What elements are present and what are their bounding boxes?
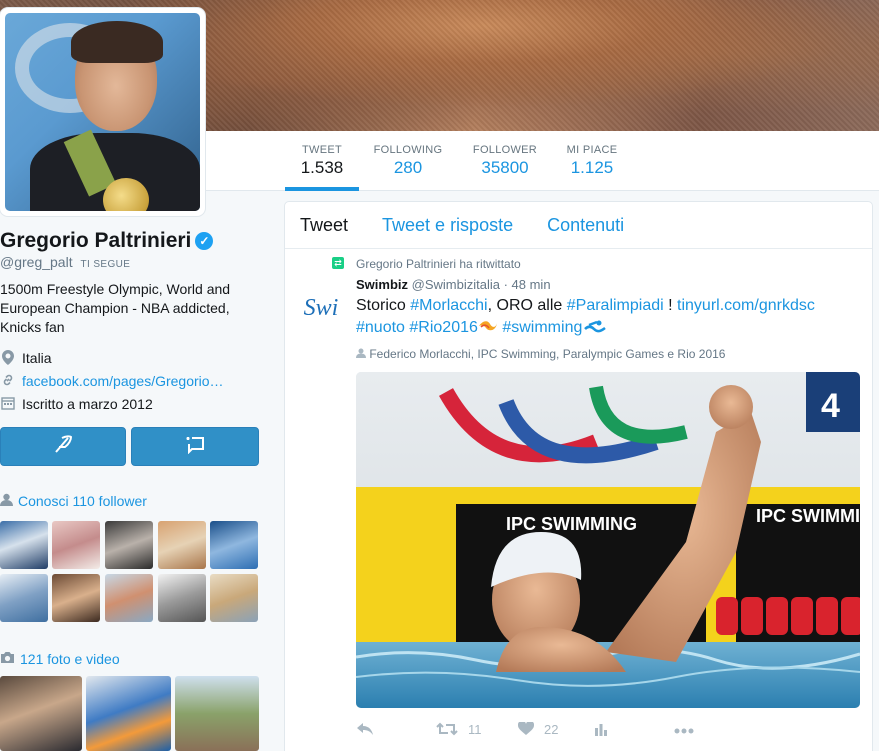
tweet-time[interactable]: · 48 min — [504, 277, 551, 292]
paralympic-swimmer-photo: IPC SWIMMING IPC SWIMMING 4 — [356, 372, 860, 708]
tweet-text-segment: Storico — [356, 297, 411, 314]
photos-videos-title[interactable]: 121 foto e video — [0, 651, 120, 667]
nav-following-label: FOLLOWING — [373, 144, 443, 156]
tweet-actions: 11 22 — [356, 720, 756, 742]
location-pin-icon — [0, 350, 16, 366]
nav-tweets-count: 1.538 — [300, 158, 344, 177]
follower-thumb[interactable] — [158, 521, 206, 569]
profile-avatar[interactable] — [0, 8, 205, 216]
person-icon — [0, 493, 13, 509]
hashtag-link[interactable]: #nuoto — [356, 319, 405, 336]
compose-feather-icon — [52, 434, 74, 459]
nav-followers[interactable]: FOLLOWER 35800 — [472, 131, 538, 191]
tweet-author-name[interactable]: Swimbiz — [356, 277, 408, 292]
more-options-icon[interactable] — [674, 722, 694, 737]
profile-website-row: facebook.com/pages/Gregorio… — [0, 373, 224, 389]
profile-location: Italia — [22, 350, 52, 366]
follower-thumb[interactable] — [158, 574, 206, 622]
follower-thumb[interactable] — [0, 521, 48, 569]
tweet-header: Swimbiz @Swimbizitalia · 48 min — [356, 277, 551, 292]
tweet-author-handle[interactable]: @Swimbizitalia — [412, 277, 500, 292]
follower-thumb[interactable] — [0, 574, 48, 622]
media-thumb[interactable] — [175, 676, 259, 751]
tagged-people-text: Federico Morlacchi, IPC Swimming, Paraly… — [369, 347, 726, 361]
photo-banner-text: IPC SWIMMING — [506, 514, 637, 534]
profile-handle-row: @greg_palt TI SEGUE — [0, 254, 130, 270]
hashtag-link[interactable]: #Paralimpiadi — [567, 297, 664, 314]
nav-following-count: 280 — [393, 158, 423, 177]
profile-name-text: Gregorio Paltrinieri — [0, 229, 192, 252]
nav-following[interactable]: FOLLOWING 280 — [372, 131, 444, 191]
tab-content[interactable]: Contenuti — [547, 215, 624, 236]
retweet-button[interactable] — [436, 722, 458, 737]
profile-joined-row: Iscritto a marzo 2012 — [0, 396, 153, 412]
link-icon — [0, 373, 16, 389]
tweet-photo[interactable]: IPC SWIMMING IPC SWIMMING 4 — [356, 372, 860, 708]
like-button[interactable] — [517, 720, 535, 739]
photo-banner-text: IPC SWIMMING — [756, 506, 860, 526]
nav-followers-label: FOLLOWER — [472, 144, 538, 156]
profile-name[interactable]: Gregorio Paltrinieri ✓ — [0, 229, 214, 253]
avatar-hair — [71, 21, 163, 63]
follower-thumb[interactable] — [105, 521, 153, 569]
nav-likes-label: MI PIACE — [566, 144, 618, 156]
retweet-count: 11 — [468, 722, 482, 737]
reply-icon[interactable] — [356, 722, 374, 739]
lane-number: 4 — [821, 387, 840, 425]
verified-icon: ✓ — [195, 232, 214, 250]
message-icon — [183, 434, 207, 459]
timeline-tabs: Tweet Tweet e risposte Contenuti — [285, 202, 872, 249]
tweet-to-button[interactable] — [0, 427, 126, 466]
tweet-text-segment: , ORO alle — [487, 297, 567, 314]
nav-likes-count: 1.125 — [570, 158, 614, 177]
tweet-author-avatar[interactable]: Swi — [297, 284, 345, 332]
tab-tweet-and-replies[interactable]: Tweet e risposte — [382, 215, 513, 236]
profile-location-row: Italia — [0, 350, 52, 366]
hashtag-link[interactable]: #swimming — [502, 319, 582, 336]
calendar-icon — [0, 396, 16, 412]
hashtag-link[interactable]: #Morlacchi — [410, 297, 487, 314]
follows-you-badge: TI SEGUE — [80, 259, 131, 270]
retweet-context-icon: ⇄ — [332, 257, 344, 269]
profile-bio: 1500m Freestyle Olympic, World and Europ… — [0, 281, 231, 335]
media-thumb[interactable] — [0, 676, 82, 751]
hashtag-link[interactable]: #Rio2016 — [409, 319, 478, 336]
camera-icon — [0, 651, 15, 667]
tweet-text-segment: ! — [663, 297, 678, 314]
profile-handle[interactable]: @greg_palt — [0, 254, 73, 270]
direct-message-button[interactable] — [131, 427, 259, 466]
tagged-people[interactable]: Federico Morlacchi, IPC Swimming, Paraly… — [356, 347, 725, 361]
profile-website-link[interactable]: facebook.com/pages/Gregorio… — [22, 373, 224, 389]
follower-thumb[interactable] — [105, 574, 153, 622]
follower-thumb[interactable] — [52, 521, 100, 569]
retweet-context[interactable]: Gregorio Paltrinieri ha ritwittato — [356, 257, 521, 271]
follower-thumb[interactable] — [210, 574, 258, 622]
tag-person-icon — [356, 347, 366, 361]
timeline-card: Tweet Tweet e risposte Contenuti ⇄ Grego… — [284, 201, 873, 751]
follower-thumb[interactable] — [210, 521, 258, 569]
avatar-photo — [5, 13, 200, 211]
url-link[interactable]: tinyurl.com/gnrkdsc — [677, 297, 815, 314]
nav-likes[interactable]: MI PIACE 1.125 — [563, 131, 621, 191]
swimmer-emoji-icon — [582, 319, 607, 336]
rio-flame-emoji-icon — [478, 319, 498, 336]
followers-you-know-title[interactable]: Conosci 110 follower — [0, 493, 147, 509]
swimbiz-logo: Swi — [303, 294, 339, 321]
media-thumb[interactable] — [86, 676, 171, 751]
tweet-text: Storico #Morlacchi, ORO alle #Paralimpia… — [356, 295, 856, 339]
like-count: 22 — [544, 722, 559, 737]
profile-joined: Iscritto a marzo 2012 — [22, 396, 153, 412]
nav-tweets-label: TWEET — [302, 144, 342, 156]
photos-videos-label: 121 foto e video — [20, 651, 120, 667]
nav-followers-count: 35800 — [481, 158, 529, 177]
followers-you-know-label: Conosci 110 follower — [18, 493, 147, 509]
tab-tweet[interactable]: Tweet — [300, 215, 348, 236]
nav-tweets[interactable]: TWEET 1.538 — [285, 131, 359, 191]
follower-thumb[interactable] — [52, 574, 100, 622]
analytics-bar-chart-icon[interactable] — [594, 722, 608, 739]
